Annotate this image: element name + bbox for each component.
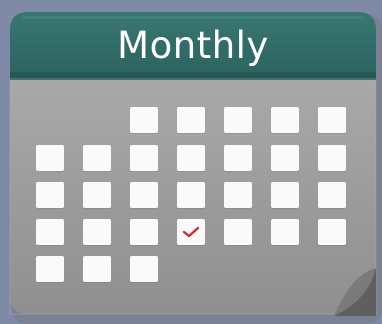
day-cell [318,219,346,245]
day-cell [271,107,299,133]
day-cell [130,107,158,133]
day-cell [36,256,64,282]
day-cell [177,182,205,208]
day-cell [83,256,111,282]
day-cell [36,219,64,245]
day-cell [318,182,346,208]
day-cell [83,219,111,245]
day-cell [224,182,252,208]
day-grid [0,0,382,324]
day-cell [83,182,111,208]
day-cell [318,107,346,133]
checkmark-icon [182,226,200,238]
day-cell [36,145,64,171]
day-cell [177,145,205,171]
day-cell [224,145,252,171]
day-cell [271,182,299,208]
day-cell [318,145,346,171]
day-cell [83,145,111,171]
day-cell [130,182,158,208]
day-cell [177,107,205,133]
day-cell [271,219,299,245]
day-cell [130,145,158,171]
day-cell [224,219,252,245]
day-cell [224,107,252,133]
day-cell [130,256,158,282]
calendar-illustration: Monthly [0,0,382,324]
day-cell [130,219,158,245]
day-cell [271,145,299,171]
day-cell [36,182,64,208]
day-cell-checked [177,219,205,245]
